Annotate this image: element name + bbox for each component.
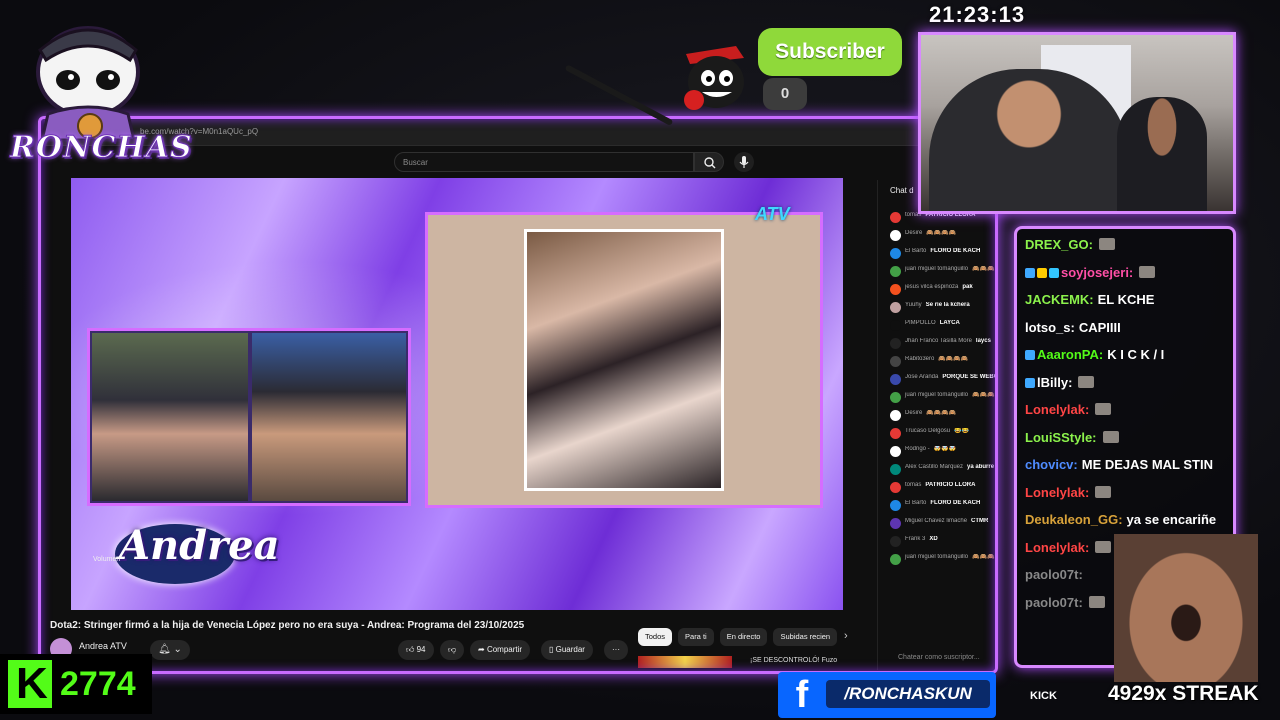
emote-icon xyxy=(1102,430,1119,443)
webcam-feed xyxy=(918,32,1236,214)
clock: 21:23:13 xyxy=(929,2,1026,27)
kick-chat-username[interactable]: LouiSStyle: xyxy=(1025,430,1097,445)
kick-chat-username[interactable]: paolo07t: xyxy=(1025,595,1083,610)
kick-chat-username[interactable]: lBilly: xyxy=(1037,375,1072,390)
ronchas-logo-text: RONCHAS xyxy=(10,130,193,166)
emote-icon xyxy=(1095,403,1112,415)
streak-counter: 4929x STREAK xyxy=(1108,682,1259,705)
subscriber-mascot xyxy=(684,46,744,110)
kick-chat-username[interactable]: DREX_GO: xyxy=(1025,237,1093,252)
kick-chat-message: chovicv: ME DEJAS MAL STIN xyxy=(1025,455,1233,483)
kick-chat-message: JACKEMK: EL KCHE xyxy=(1025,290,1233,318)
emote-icon xyxy=(1095,485,1112,498)
kick-chat-text: ya se encariñe xyxy=(1126,512,1217,527)
emote-icon xyxy=(1078,375,1095,388)
kick-chat-username[interactable]: JACKEMK: xyxy=(1025,292,1094,307)
kick-chat-username[interactable]: Lonelylak: xyxy=(1025,402,1089,417)
social-label: KICK xyxy=(1030,690,1057,702)
kick-chat-message: Lonelylak: xyxy=(1025,400,1233,428)
kick-logo-icon: K xyxy=(8,660,52,708)
overlay-frame xyxy=(38,116,998,674)
stream-overlay: be.com/watch?v=M0n1aQUc_pQ Buscar Chat d… xyxy=(0,0,1280,720)
kick-chat-username[interactable]: AaaronPA: xyxy=(1037,347,1103,362)
kick-chat-text: K I C K / I xyxy=(1107,347,1165,362)
kick-chat-text: ME DEJAS MAL STIN xyxy=(1081,457,1213,472)
kick-chat-message: DREX_GO: xyxy=(1025,235,1233,263)
kick-follower-count: 2774 xyxy=(60,665,136,703)
badge-icon xyxy=(1025,350,1035,360)
badge-icon xyxy=(1025,377,1035,388)
subscriber-label: Subscriber xyxy=(758,28,902,76)
kick-chat-message: LouiSStyle: xyxy=(1025,428,1233,456)
kick-chat-username[interactable]: paolo07t: xyxy=(1025,567,1083,582)
badge-icon xyxy=(1037,267,1047,278)
laughing-man-overlay-image xyxy=(1114,534,1258,682)
kick-chat-message: AaaronPA: K I C K / I xyxy=(1025,345,1233,373)
kick-chat-message: soyjosejeri: xyxy=(1025,263,1233,291)
subscriber-count: 0 xyxy=(763,78,807,110)
kick-chat-message: lotso_s: CAPIIII xyxy=(1025,318,1233,346)
emote-icon xyxy=(1098,238,1115,250)
kick-chat-username[interactable]: chovicv: xyxy=(1025,457,1078,472)
emote-icon xyxy=(1139,265,1156,278)
badge-icon xyxy=(1025,267,1035,278)
kick-chat-message: lBilly: xyxy=(1025,373,1233,401)
guest-image xyxy=(1117,97,1207,211)
kick-chat-username[interactable]: Lonelylak: xyxy=(1025,540,1089,555)
badge-icon xyxy=(1049,267,1059,278)
kick-chat-text: EL KCHE xyxy=(1097,292,1155,307)
kick-chat-username[interactable]: Lonelylak: xyxy=(1025,485,1089,500)
kick-chat-text: CAPIIII xyxy=(1078,319,1121,335)
emote-icon xyxy=(1088,595,1105,608)
kick-chat-username[interactable]: lotso_s: xyxy=(1025,320,1075,335)
kick-chat-username[interactable]: Deukaleon_GG: xyxy=(1025,512,1123,527)
kick-chat-username[interactable]: soyjosejeri: xyxy=(1061,265,1133,280)
emote-icon xyxy=(1095,540,1112,553)
kick-chat-message: Lonelylak: xyxy=(1025,483,1233,511)
facebook-icon: f xyxy=(795,674,809,716)
facebook-handle: /RONCHASKUN xyxy=(826,680,990,708)
